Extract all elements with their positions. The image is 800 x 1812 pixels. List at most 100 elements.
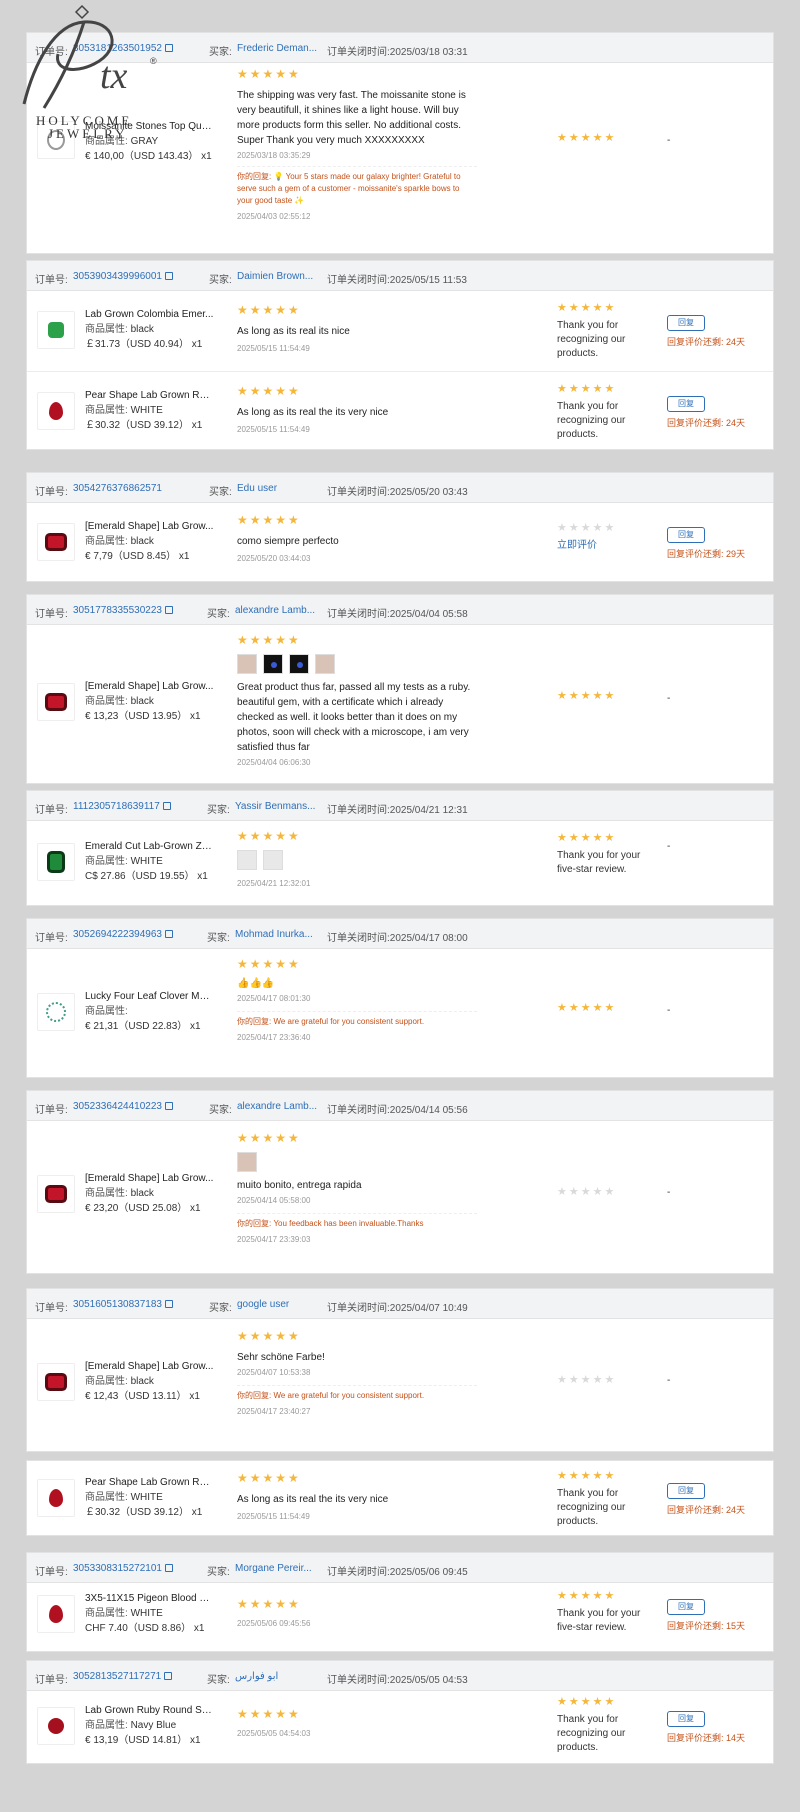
product-attr: black — [130, 536, 154, 547]
copy-icon[interactable] — [162, 802, 171, 810]
order-item-row: [Emerald Shape] Lab Grow... 商品属性: black … — [27, 625, 773, 785]
order-header: 订单号: 3053308315272101 买家: Morgane Pereir… — [27, 1553, 773, 1583]
order-number-link[interactable]: 3052813527117271 — [73, 1671, 173, 1682]
review-photo[interactable] — [315, 654, 335, 674]
product-attr: WHITE — [130, 405, 163, 416]
product-name[interactable]: Emerald Cut Lab-Grown Za... — [85, 839, 215, 854]
product-price: € 23,20（USD 25.08） x1 — [85, 1203, 201, 1214]
order-number-link[interactable]: 3053308315272101 — [73, 1563, 173, 1574]
copy-icon[interactable] — [164, 606, 173, 614]
buyer-name-link[interactable]: alexandre Lamb... — [235, 605, 315, 616]
buyer-label: 买家: — [209, 47, 232, 58]
review-photo[interactable] — [237, 1152, 257, 1172]
reply-remaining-days: 回复评价还剩: 24天 — [667, 337, 746, 347]
product-thumbnail[interactable] — [37, 311, 75, 349]
product-thumbnail[interactable] — [37, 1175, 75, 1213]
review-photo[interactable] — [237, 850, 257, 870]
review-photo[interactable] — [289, 654, 309, 674]
seller-rating: ★★★★★ Thank you for your five-star revie… — [557, 831, 657, 877]
order-number-link[interactable]: 3052336424410223 — [73, 1101, 173, 1112]
buyer-name-link[interactable]: Frederic Deman... — [237, 43, 317, 54]
product-name[interactable]: [Emerald Shape] Lab Grow... — [85, 679, 215, 694]
no-action-dash: - — [667, 1187, 671, 1198]
review-photo[interactable] — [237, 654, 257, 674]
reply-button[interactable]: 回复 — [667, 527, 705, 543]
product-name[interactable]: 3X5-11X15 Pigeon Blood Re... — [85, 1591, 215, 1606]
copy-icon[interactable] — [164, 272, 173, 280]
product-name[interactable]: Lucky Four Leaf Clover Mois... — [85, 989, 215, 1004]
order-card: 订单号: 3052336424410223 买家: alexandre Lamb… — [26, 1090, 774, 1274]
buyer-name-link[interactable]: Yassir Benmans... — [235, 801, 315, 812]
order-card: 订单号: 3051605130837183 买家: google user 订单… — [26, 1288, 774, 1452]
product-name[interactable]: [Emerald Shape] Lab Grow... — [85, 519, 215, 534]
review-photo[interactable] — [263, 654, 283, 674]
empty-rating-stars[interactable]: ★★★★★ — [557, 1185, 657, 1199]
product-price: € 13,19（USD 14.81） x1 — [85, 1735, 201, 1746]
review-photos — [237, 1152, 477, 1172]
copy-icon[interactable] — [164, 930, 173, 938]
empty-rating-stars[interactable]: ★★★★★ — [557, 1373, 657, 1387]
order-number-link[interactable]: 3051778335530223 — [73, 605, 173, 616]
product-name[interactable]: Pear Shape Lab Grown Rub... — [85, 1475, 215, 1490]
review-photo[interactable] — [263, 850, 283, 870]
copy-icon[interactable] — [164, 1300, 173, 1308]
review-date: 2025/04/14 05:58:00 — [237, 1196, 311, 1205]
brand-logo: tx ® HOLYCOME JEWELRY — [14, 4, 174, 144]
reply-button[interactable]: 回复 — [667, 1711, 705, 1727]
order-number-label: 订单号: — [35, 487, 68, 498]
order-number-link[interactable]: 3053903439996001 — [73, 271, 173, 282]
copy-icon[interactable] — [164, 1672, 173, 1680]
action-cell: - — [667, 1005, 767, 1016]
copy-icon[interactable] — [164, 1564, 173, 1572]
buyer-name-link[interactable]: Daimien Brown... — [237, 271, 313, 282]
reply-button[interactable]: 回复 — [667, 1599, 705, 1615]
copy-icon[interactable] — [164, 1102, 173, 1110]
buyer-name-link[interactable]: google user — [237, 1299, 289, 1310]
empty-rating-stars[interactable]: ★★★★★ — [557, 521, 657, 535]
product-thumbnail[interactable] — [37, 993, 75, 1031]
reply-remaining-days: 回复评价还剩: 24天 — [667, 418, 746, 428]
reply-button[interactable]: 回复 — [667, 315, 705, 331]
product-thumbnail[interactable] — [37, 1479, 75, 1517]
rate-now-link[interactable]: 立即评价 — [557, 539, 657, 553]
order-item-row: 3X5-11X15 Pigeon Blood Re... 商品属性: WHITE… — [27, 1583, 773, 1653]
product-thumbnail[interactable] — [37, 843, 75, 881]
buyer-name-link[interactable]: Edu user — [237, 483, 277, 494]
order-number-link[interactable]: 3054276376862571 — [73, 483, 162, 494]
product-thumbnail[interactable] — [37, 1363, 75, 1401]
product-thumbnail[interactable] — [37, 683, 75, 721]
seller-reply-text: Thank you for recognizing our products. — [557, 401, 626, 440]
seller-rating: ★★★★★ — [557, 689, 657, 703]
reply-button[interactable]: 回复 — [667, 1483, 705, 1499]
order-header: 订单号: 3051778335530223 买家: alexandre Lamb… — [27, 595, 773, 625]
buyer-name-link[interactable]: Mohmad Inurka... — [235, 929, 313, 940]
order-number-link[interactable]: 3052694222394963 — [73, 929, 173, 940]
seller-reply-text: Thank you for recognizing our products. — [557, 320, 626, 359]
close-time: 订单关闭时间:2025/04/14 05:56 — [327, 1105, 468, 1116]
product-info: [Emerald Shape] Lab Grow... 商品属性: black … — [85, 1171, 215, 1216]
ruby-gem-icon — [49, 402, 63, 420]
buyer-name-link[interactable]: alexandre Lamb... — [237, 1101, 317, 1112]
seller-rating: ★★★★★ Thank you for recognizing our prod… — [557, 301, 657, 361]
product-price: € 12,43（USD 13.11） x1 — [85, 1391, 200, 1402]
product-name[interactable]: Lab Grown Colombia Emer... — [85, 307, 215, 322]
product-name[interactable]: [Emerald Shape] Lab Grow... — [85, 1359, 215, 1374]
seller-rating-stars: ★★★★★ — [557, 1002, 617, 1014]
order-number-link[interactable]: 3051605130837183 — [73, 1299, 173, 1310]
buyer-name-link[interactable]: Morgane Pereir... — [235, 1563, 312, 1574]
seller-rating: ★★★★★ 立即评价 — [557, 521, 657, 553]
product-name[interactable]: Lab Grown Ruby Round Sha... — [85, 1703, 215, 1718]
product-thumbnail[interactable] — [37, 392, 75, 430]
product-thumbnail[interactable] — [37, 523, 75, 561]
product-name[interactable]: Pear Shape Lab Grown Rub... — [85, 388, 215, 403]
reply-button[interactable]: 回复 — [667, 396, 705, 412]
product-attr: WHITE — [130, 856, 163, 867]
product-thumbnail[interactable] — [37, 1707, 75, 1745]
seller-rating-stars: ★★★★★ — [557, 132, 617, 144]
buyer-name-link[interactable]: ابو فوارس — [235, 1671, 278, 1682]
product-info: Lab Grown Colombia Emer... 商品属性: black ￡… — [85, 307, 215, 352]
action-cell: - — [667, 841, 767, 852]
product-thumbnail[interactable] — [37, 1595, 75, 1633]
order-number-link[interactable]: 1112305718639117 — [73, 801, 171, 812]
product-name[interactable]: [Emerald Shape] Lab Grow... — [85, 1171, 215, 1186]
